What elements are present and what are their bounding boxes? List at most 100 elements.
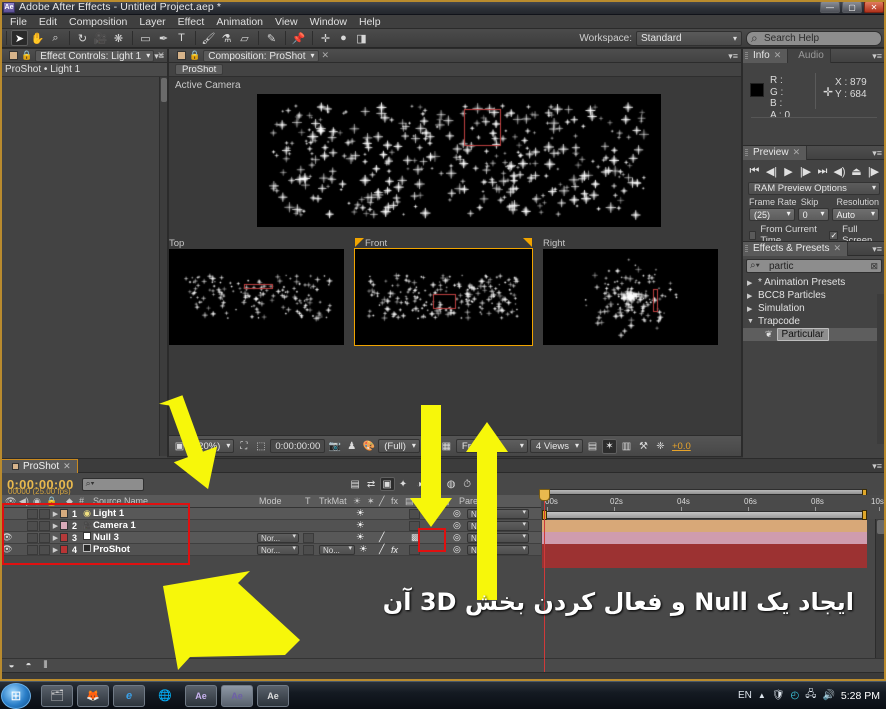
panel-menu-icon[interactable]: ▾≡ [872, 148, 882, 159]
taskbar-ae-3-button[interactable]: Ae [257, 684, 289, 707]
parent-dropdown[interactable]: None [467, 544, 529, 555]
guides-icon[interactable]: ▤ [585, 439, 600, 454]
effects-tree-item-animation-presets[interactable]: ▶ * Animation Presets [743, 276, 885, 289]
ram-preview-options-dropdown[interactable]: RAM Preview Options [748, 182, 880, 195]
hand-tool-icon[interactable]: ✋ [29, 30, 46, 46]
menu-item-window[interactable]: Window [304, 16, 353, 28]
viewport-top[interactable]: Top [169, 238, 344, 345]
roto-brush-tool-icon[interactable]: ✎ [263, 30, 280, 46]
shy-switch[interactable]: ☀ [359, 544, 368, 555]
taskbar-firefox-button[interactable]: 🦊 [77, 684, 109, 707]
type-tool-icon[interactable]: T [173, 30, 190, 46]
panel-menu-icon[interactable]: ▾≡ [154, 51, 164, 62]
brainstorm-icon[interactable]: ✿ [428, 477, 443, 491]
loop-button[interactable]: |▶ [867, 165, 881, 178]
tab-audio[interactable]: Audio [788, 48, 831, 63]
comp-flowchart-icon[interactable]: ❈ [653, 439, 668, 454]
tab-effects-presets[interactable]: Effects & Presets ✕ [743, 241, 849, 256]
exposure-value[interactable]: +0.0 [670, 441, 691, 452]
shape-tool-icon[interactable]: ▭ [137, 30, 154, 46]
zoom-tool-icon[interactable]: ⌕ [47, 30, 64, 46]
work-area-end-handle[interactable] [862, 510, 867, 520]
play-button[interactable]: ▶ [782, 165, 796, 178]
minimize-button[interactable]: — [820, 1, 840, 13]
menu-item-edit[interactable]: Edit [33, 16, 63, 28]
menu-item-file[interactable]: File [4, 16, 33, 28]
comp-mini-flowchart-icon[interactable]: ❏ [476, 477, 491, 491]
maximize-button[interactable]: ▢ [842, 1, 862, 13]
taskbar-ie-button[interactable]: e [113, 684, 145, 707]
window-titlebar[interactable]: Ae Adobe After Effects - Untitled Projec… [0, 0, 886, 15]
panel-menu-icon[interactable]: ▾≡ [728, 51, 738, 62]
pan-behind-tool-icon[interactable]: ❋ [110, 30, 127, 46]
close-icon[interactable]: ✕ [63, 461, 71, 472]
fit-comp-icon[interactable]: ⛶ [236, 439, 251, 454]
effect-controls-tab-label[interactable]: Effect Controls: Light 1 [35, 49, 155, 62]
view-layout-dropdown[interactable]: 4 Views [529, 439, 583, 453]
shy-switch[interactable]: ☀ [356, 520, 365, 531]
close-icon[interactable]: ✕ [793, 147, 801, 158]
show-hidden-icons-icon[interactable]: ▲ [758, 691, 766, 700]
blend-mode-dropdown[interactable]: Nor... [257, 532, 299, 543]
hide-shy-layers-icon[interactable]: ▣ [379, 477, 395, 491]
start-button[interactable]: ⊞ [1, 682, 31, 709]
resolution-dropdown[interactable]: (Full) [378, 439, 420, 453]
snapshot-camera-icon[interactable]: 📷 [327, 439, 342, 454]
live-update-icon[interactable]: ▤ [348, 477, 363, 491]
composition-tab-label[interactable]: Composition: ProShot [203, 49, 319, 62]
language-indicator[interactable]: EN [738, 690, 752, 701]
selection-tool-icon[interactable]: ➤ [11, 30, 28, 46]
full-screen-checkbox[interactable]: ✓ [829, 230, 839, 240]
blend-mode-dropdown[interactable]: Nor... [257, 544, 299, 555]
first-frame-button[interactable]: ⏮ [748, 165, 762, 178]
graph-editor-icon[interactable]: ◍ [444, 477, 459, 491]
next-frame-button[interactable]: |▶ [799, 165, 813, 178]
skip-dropdown[interactable]: 0 [797, 208, 829, 221]
always-preview-icon[interactable]: ▣ [172, 439, 187, 454]
parent-pickwhip-icon[interactable]: ◎ [453, 520, 461, 531]
panel-menu-icon[interactable]: ▾≡ [872, 51, 882, 62]
effects-scrollbar[interactable] [877, 294, 884, 444]
timeline-vertical-scrollbar[interactable] [875, 519, 885, 658]
fast-preview-icon[interactable]: ▥ [619, 439, 634, 454]
effects-tree-item-simulation[interactable]: ▶ Simulation [743, 302, 885, 315]
draft-3d-icon[interactable]: ⇄ [364, 477, 379, 491]
parent-dropdown[interactable]: None [467, 508, 529, 519]
menu-item-effect[interactable]: Effect [172, 16, 211, 28]
scrollbar-thumb[interactable] [161, 78, 167, 102]
audio-toggle-button[interactable]: ◀) [833, 165, 847, 178]
current-time-display[interactable]: 0:00:00:00 [270, 439, 326, 453]
effects-tree-item-trapcode[interactable]: ▼ Trapcode [743, 315, 885, 328]
shy-switch[interactable]: ☀ [356, 508, 365, 519]
panel-menu-icon[interactable]: ▾≡ [872, 244, 882, 255]
eraser-tool-icon[interactable]: ▱ [236, 30, 253, 46]
layer-bar-camera1[interactable] [542, 532, 867, 544]
current-time-indicator-handle[interactable] [539, 489, 550, 501]
viewport-right[interactable]: Right [543, 238, 718, 345]
menu-item-help[interactable]: Help [353, 16, 387, 28]
scrollbar-thumb[interactable] [877, 520, 885, 534]
camera-tool-icon[interactable]: 🎥 [92, 30, 109, 46]
close-icon[interactable]: ✕ [774, 50, 782, 61]
effects-search-input[interactable]: partic ⊠ [746, 259, 882, 273]
network-icon[interactable]: 🖧 [805, 687, 816, 704]
menu-item-composition[interactable]: Composition [63, 16, 133, 28]
security-shield-icon[interactable]: 🛡 [772, 690, 785, 701]
last-frame-button[interactable]: ⏭ [816, 165, 830, 178]
taskbar-ae-2-button[interactable]: Ae [221, 684, 253, 707]
clone-stamp-tool-icon[interactable]: ⚗ [218, 30, 235, 46]
pen-tool-icon[interactable]: ✒ [155, 30, 172, 46]
frame-rate-dropdown[interactable]: (25) [749, 208, 795, 221]
transparency-grid-icon[interactable]: ▦ [439, 439, 454, 454]
region-of-interest-icon[interactable]: ⬚ [253, 439, 268, 454]
parent-dropdown[interactable]: None [467, 520, 529, 531]
region-toggle-icon[interactable]: ▢ [422, 439, 437, 454]
taskbar-globe-button[interactable]: 🌐 [149, 685, 181, 707]
preserve-transparency-toggle[interactable] [303, 544, 314, 555]
trkmat-header[interactable]: TrkMat [319, 496, 347, 506]
parent-pickwhip-icon[interactable]: ◎ [453, 532, 461, 543]
channel-rgb-icon[interactable]: 🎨 [361, 439, 376, 454]
search-help-input[interactable]: Search Help [746, 30, 882, 46]
parent-pickwhip-icon[interactable]: ◎ [453, 508, 461, 519]
menu-item-animation[interactable]: Animation [210, 16, 269, 28]
